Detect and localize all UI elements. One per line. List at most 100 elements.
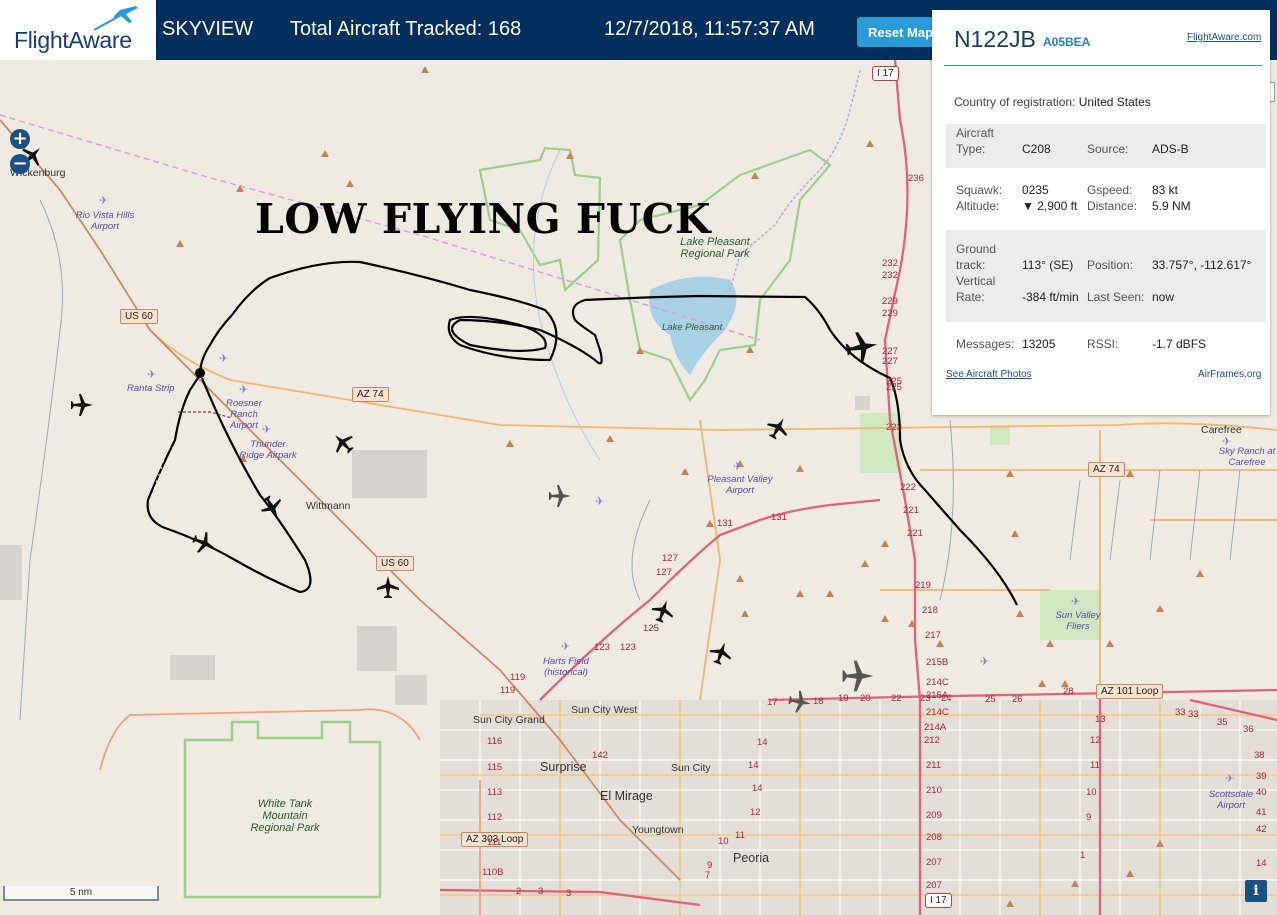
squawk-label: Squawk: <box>956 183 1003 197</box>
aircraft-type-label: Type: <box>956 142 986 156</box>
exit-number: 207 <box>926 857 942 868</box>
exit-number: 123 <box>620 642 636 653</box>
svg-text:✈: ✈ <box>99 195 108 207</box>
exit-number: 3 <box>538 886 544 897</box>
exit-number: 39 <box>1256 771 1267 782</box>
airport-label: Ranta Strip <box>127 383 175 394</box>
rssi-label: RSSI: <box>1087 337 1119 351</box>
exit-number: 17 <box>767 697 778 708</box>
exit-number: 217 <box>925 630 941 641</box>
svg-text:✈: ✈ <box>1225 773 1234 785</box>
airport-label: Scottsdale Airport <box>1208 789 1254 811</box>
exit-number: 229 <box>882 308 898 319</box>
place-label: El Mirage <box>600 789 653 803</box>
exit-number: 218 <box>922 605 938 616</box>
scale-bar: 5 nm <box>3 886 159 901</box>
exit-number: 214C <box>926 677 949 688</box>
exit-number: 119 <box>510 672 526 683</box>
airport-label: Sun Valley Fliers <box>1055 610 1101 632</box>
country-row: Country of registration: United States <box>954 95 1151 109</box>
exit-number: 225 <box>886 382 902 393</box>
exit-number: 24 <box>941 693 952 704</box>
exit-number: 131 <box>717 518 733 529</box>
country-label: Country of registration: <box>954 95 1076 109</box>
airport-label: Pleasant Valley Airport <box>707 474 773 496</box>
exit-number: 25 <box>985 694 996 705</box>
aircraft-icon <box>766 418 788 440</box>
exit-number: 214C <box>926 707 949 718</box>
exit-number: 221 <box>907 528 923 539</box>
source-label: Source: <box>1087 142 1129 156</box>
exit-number: 13 <box>1095 714 1106 725</box>
place-label: Surprise <box>540 760 587 774</box>
route-shield: I 17 <box>872 66 899 81</box>
exit-number: 33 <box>1175 707 1186 718</box>
route-shield: AZ 101 Loop <box>1096 684 1164 699</box>
place-label: Carefree <box>1201 424 1242 436</box>
exit-number: 223 <box>886 422 902 433</box>
flightaware-link[interactable]: FlightAware.com <box>1187 32 1261 43</box>
exit-number: 127 <box>656 567 672 578</box>
airport-label: Thunder Ridge Airpark <box>239 439 297 461</box>
overlay-caption: LOW FLYING FUCK <box>255 195 712 243</box>
aircraft-icon <box>377 576 399 598</box>
exit-number: 12 <box>1090 735 1101 746</box>
svg-text:✈: ✈ <box>980 656 989 668</box>
exit-number: 10 <box>1086 787 1097 798</box>
exit-number: 113 <box>487 787 503 798</box>
exit-number: 7 <box>705 870 711 881</box>
place-label: Peoria <box>733 851 770 865</box>
exit-number: 40 <box>1256 787 1267 798</box>
exit-number: 18 <box>813 696 824 707</box>
airport-label: Rio Vista Hills Airport <box>75 210 135 232</box>
exit-number: 214A <box>924 722 947 733</box>
exit-number: 229 <box>882 296 898 307</box>
zoom-in-button[interactable]: + <box>10 129 30 149</box>
exit-number: 131 <box>771 512 787 523</box>
exit-number: 9 <box>1086 812 1092 823</box>
track-position-block: Ground track: 113° (SE) Position: 33.757… <box>946 230 1266 322</box>
aircraft-icon <box>549 485 571 507</box>
reset-map-button[interactable]: Reset Map <box>857 17 935 47</box>
aircraft-icon <box>71 394 93 416</box>
aircraft-photos-link[interactable]: See Aircraft Photos <box>946 369 1032 380</box>
airport-label: Sky Ranch at Carefree <box>1218 446 1276 468</box>
exit-number: 11 <box>735 830 745 841</box>
zoom-out-button[interactable]: − <box>10 154 30 174</box>
exit-number: 23 <box>920 693 931 704</box>
exit-number: 222 <box>900 482 916 493</box>
altitude-label: Altitude: <box>956 199 1000 213</box>
exit-number: 207 <box>926 880 942 891</box>
exit-number: 125 <box>643 623 659 634</box>
exit-number: 232 <box>882 258 898 269</box>
route-shield: US 60 <box>120 309 158 324</box>
exit-number: 10 <box>718 836 729 847</box>
gspeed-label: Gspeed: <box>1087 183 1133 197</box>
gspeed-value: 83 kt <box>1152 183 1179 197</box>
exit-number: 211 <box>926 760 942 771</box>
vrate-label: Vertical <box>956 274 996 288</box>
exit-number: 12 <box>750 807 761 818</box>
exit-number: 115 <box>487 762 503 773</box>
exit-number: 20 <box>860 693 871 704</box>
exit-number: 14 <box>1256 858 1267 869</box>
place-label: Sun City West <box>571 704 638 716</box>
info-button[interactable]: i <box>1245 880 1267 902</box>
exit-number: 116 <box>487 736 503 747</box>
distance-value: 5.9 NM <box>1152 199 1191 213</box>
aircraft-tracked-count: Total Aircraft Tracked: 168 <box>290 18 522 40</box>
track-value: 113° (SE) <box>1022 258 1074 272</box>
exit-number: 33 <box>1188 709 1199 720</box>
exit-number: 14 <box>757 737 768 748</box>
airframes-link[interactable]: AirFrames.org <box>1198 369 1261 380</box>
exit-number: 210 <box>926 785 942 796</box>
exit-number: 11 <box>1090 760 1100 771</box>
exit-number: 215B <box>926 657 949 668</box>
exit-number: 3 <box>566 888 572 899</box>
plane-logo-icon <box>93 6 138 31</box>
exit-number: 212 <box>924 735 940 746</box>
aircraft-info-panel: N122JB A05BEA FlightAware.com Country of… <box>932 10 1270 415</box>
flightaware-logo[interactable]: FlightAware <box>0 0 156 60</box>
exit-number: 123 <box>594 642 610 653</box>
track-start-dot <box>195 368 205 378</box>
